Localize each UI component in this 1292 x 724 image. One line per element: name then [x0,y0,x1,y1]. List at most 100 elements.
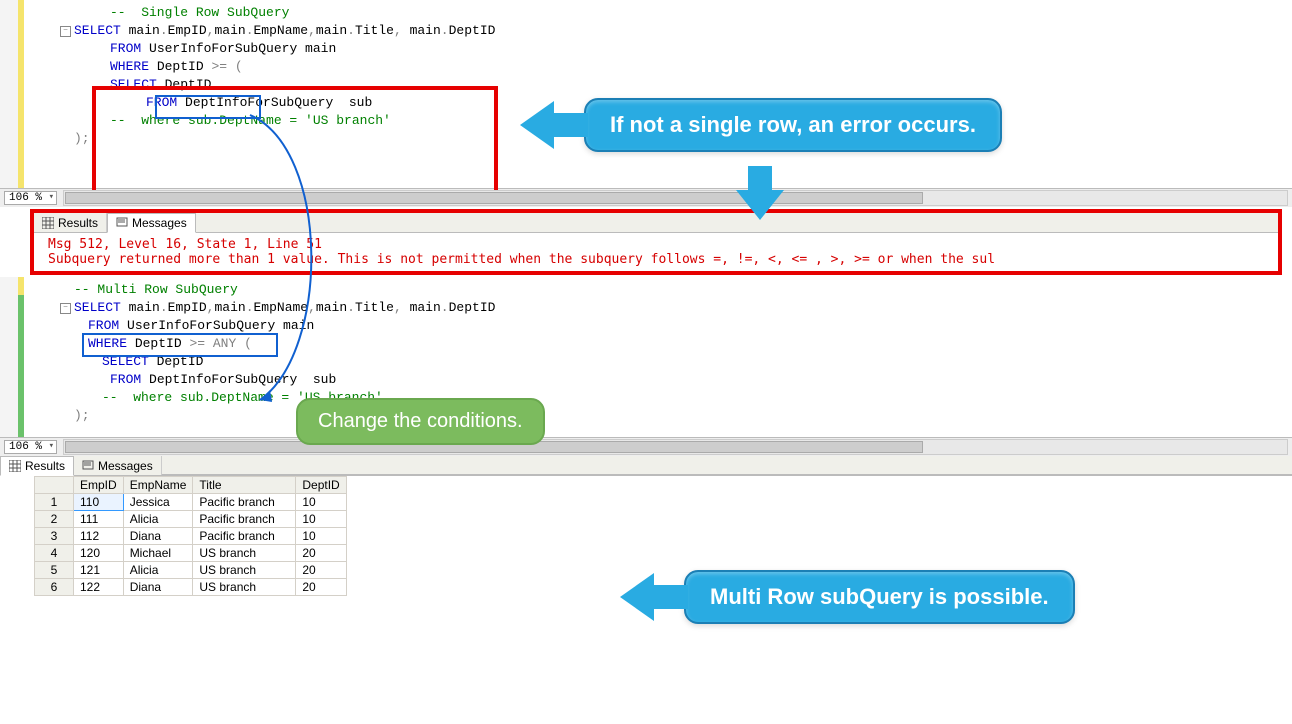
cell[interactable]: 10 [296,528,346,545]
col-header[interactable]: EmpName [123,477,193,494]
tab-results[interactable]: Results [0,456,74,476]
horizontal-scrollbar[interactable] [63,439,1288,455]
cell[interactable]: Jessica [123,494,193,511]
row-header[interactable]: 6 [35,579,74,596]
code-text: main [214,23,245,38]
code-text: . [441,300,449,315]
code-text: , [394,300,402,315]
cell[interactable]: Alicia [123,562,193,579]
code-text: SELECT [74,23,121,38]
code-text: WHERE [110,59,149,74]
code-text: ( [227,59,243,74]
cell[interactable]: Pacific branch [193,494,296,511]
tab-messages[interactable]: Messages [107,213,196,233]
code-text: FROM [110,372,141,387]
cell[interactable]: US branch [193,562,296,579]
message-icon [116,217,128,229]
highlight-box-red: Results Messages Msg 512, Level 16, Stat… [30,209,1282,275]
collapse-icon[interactable]: − [60,26,71,37]
annotation-bottom: Multi Row subQuery is possible. [620,570,1075,624]
tab-label: Results [58,216,98,230]
code-text: ( [244,336,252,351]
row-header[interactable]: 1 [35,494,74,511]
code-text: main [316,300,347,315]
row-header[interactable]: 5 [35,562,74,579]
code-text: main [214,300,245,315]
result-tabs: Results Messages [34,213,1278,233]
row-header[interactable]: 3 [35,528,74,545]
arrow-left-icon [620,573,654,621]
message-icon [82,460,94,472]
horizontal-scrollbar[interactable] [63,190,1288,206]
code-text: -- Multi Row SubQuery [74,282,238,297]
code-text: DeptID [149,59,211,74]
row-header[interactable]: 2 [35,511,74,528]
tab-label: Results [25,459,65,473]
cell[interactable]: 122 [74,579,124,596]
code-text: , [394,23,402,38]
row-header[interactable]: 4 [35,545,74,562]
cell[interactable]: 111 [74,511,124,528]
col-header[interactable]: Title [193,477,296,494]
cell[interactable]: Diana [123,579,193,596]
code-text: EmpName [254,23,309,38]
annotation-top: If not a single row, an error occurs. [520,98,1002,152]
cell[interactable]: 10 [296,511,346,528]
table-row[interactable]: 2111AliciaPacific branch10 [35,511,347,528]
cell[interactable]: Alicia [123,511,193,528]
callout-bottom: Multi Row subQuery is possible. [684,570,1075,624]
callout-mid: Change the conditions. [296,398,545,445]
sql-editor-bottom[interactable]: -- Multi Row SubQuery −SELECT main.EmpID… [0,277,1292,437]
table-row[interactable]: 3112DianaPacific branch10 [35,528,347,545]
table-row[interactable]: 6122DianaUS branch20 [35,579,347,596]
cell[interactable]: 110 [74,494,124,511]
code-text: . [160,23,168,38]
code-text: DeptID [449,23,496,38]
results-grid[interactable]: EmpID EmpName Title DeptID 1110JessicaPa… [34,476,347,596]
code-text: , [308,300,316,315]
cell[interactable]: 121 [74,562,124,579]
code-text: main [402,23,441,38]
messages-pane[interactable]: Msg 512, Level 16, State 1, Line 51 Subq… [34,233,1278,271]
annotation-mid: Change the conditions. [296,398,545,445]
zoom-select[interactable]: 106 % [4,191,57,205]
cell[interactable]: 20 [296,579,346,596]
cell[interactable]: Pacific branch [193,511,296,528]
cell[interactable]: 20 [296,545,346,562]
cell[interactable]: Pacific branch [193,528,296,545]
code-text: >= [189,336,205,351]
cell[interactable]: Michael [123,545,193,562]
code-text: EmpName [254,300,309,315]
code-text: main [316,23,347,38]
code-text: >= [211,59,227,74]
code-text: ); [74,131,90,146]
cell[interactable]: US branch [193,545,296,562]
code-text: UserInfoForSubQuery main [141,41,336,56]
tab-messages[interactable]: Messages [74,456,162,475]
code-text: -- where sub.DeptName = 'US branch' [110,113,391,128]
code-text: DeptInfoForSubQuery sub [141,372,336,387]
cell[interactable]: 10 [296,494,346,511]
col-header[interactable]: DeptID [296,477,346,494]
table-row[interactable]: 1110JessicaPacific branch10 [35,494,347,511]
col-header[interactable]: EmpID [74,477,124,494]
tab-results[interactable]: Results [34,213,107,232]
code-text: . [347,23,355,38]
cell[interactable]: Diana [123,528,193,545]
table-row[interactable]: 5121AliciaUS branch20 [35,562,347,579]
zoom-select[interactable]: 106 % [4,440,57,454]
collapse-icon[interactable]: − [60,303,71,314]
cell[interactable]: 112 [74,528,124,545]
code-text: DeptID [157,77,212,92]
cell[interactable]: 20 [296,562,346,579]
table-row[interactable]: 4120MichaelUS branch20 [35,545,347,562]
code-text: FROM [110,41,141,56]
code-text: FROM [88,318,119,333]
cell[interactable]: 120 [74,545,124,562]
code-text: SELECT [110,77,157,92]
code-text: . [347,300,355,315]
error-line: Msg 512, Level 16, State 1, Line 51 [48,237,1264,252]
sql-editor-top[interactable]: -- Single Row SubQuery −SELECT main.EmpI… [0,0,1292,188]
code-text: -- [110,5,133,20]
cell[interactable]: US branch [193,579,296,596]
